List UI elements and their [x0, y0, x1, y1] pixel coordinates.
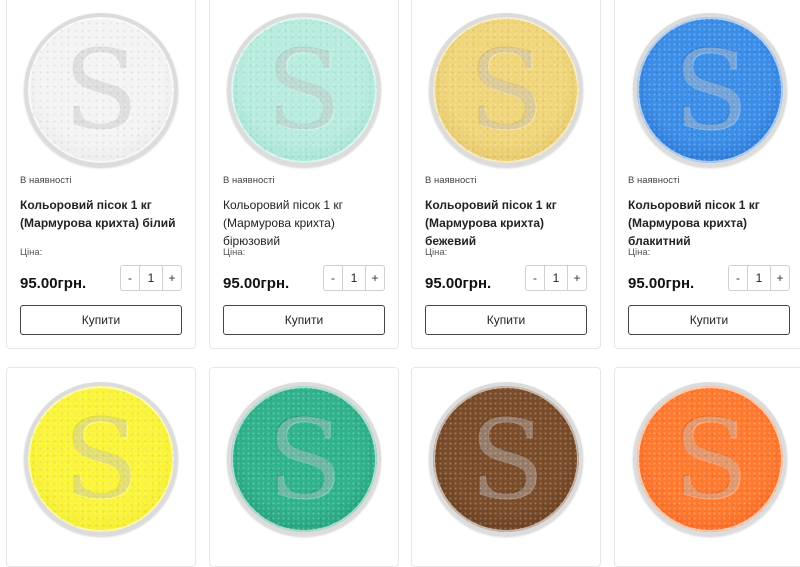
sand-dish-image: S: [429, 13, 583, 167]
price-value: 95.00грн.: [20, 275, 87, 292]
sand-dish-image: S: [633, 382, 787, 536]
product-card: S: [614, 367, 800, 567]
product-image[interactable]: S: [633, 382, 787, 536]
sand-dish-image: S: [429, 382, 583, 536]
stock-status: В наявності: [20, 175, 72, 186]
buy-button[interactable]: Купити: [628, 305, 790, 335]
product-card: S В наявності Кольоровий пісок 1 кг (Мар…: [6, 0, 196, 349]
price-value: 95.00грн.: [628, 275, 695, 292]
product-title-link[interactable]: Кольоровий пісок 1 кг (Мармурова крихта)…: [425, 196, 595, 250]
quantity-increase-button[interactable]: +: [567, 266, 586, 290]
price-label: Ціна:: [20, 247, 43, 258]
sand-dish-image: S: [24, 382, 178, 536]
product-card: S: [411, 367, 601, 567]
product-card: S: [6, 367, 196, 567]
price-label: Ціна:: [223, 247, 246, 258]
quantity-increase-button[interactable]: +: [365, 266, 384, 290]
product-image[interactable]: S: [24, 13, 178, 167]
price-label: Ціна:: [425, 247, 448, 258]
quantity-input[interactable]: 1: [343, 266, 365, 290]
price-value: 95.00грн.: [425, 275, 492, 292]
stock-status: В наявності: [425, 175, 477, 186]
sand-dish-image: S: [633, 13, 787, 167]
product-card: S В наявності Кольоровий пісок 1 кг (Мар…: [411, 0, 601, 349]
quantity-input[interactable]: 1: [140, 266, 162, 290]
product-image[interactable]: S: [24, 382, 178, 536]
product-image[interactable]: S: [429, 382, 583, 536]
buy-button[interactable]: Купити: [425, 305, 587, 335]
buy-button[interactable]: Купити: [223, 305, 385, 335]
stock-status: В наявності: [223, 175, 275, 186]
sand-dish-image: S: [227, 382, 381, 536]
product-title-link[interactable]: Кольоровий пісок 1 кг (Мармурова крихта)…: [20, 196, 190, 232]
quantity-decrease-button[interactable]: -: [121, 266, 140, 290]
product-image[interactable]: S: [227, 13, 381, 167]
product-image[interactable]: S: [633, 13, 787, 167]
stock-status: В наявності: [628, 175, 680, 186]
price-value: 95.00грн.: [223, 275, 290, 292]
product-card: S В наявності Кольоровий пісок 1 кг (Мар…: [614, 0, 800, 349]
sand-dish-image: S: [24, 13, 178, 167]
product-image[interactable]: S: [227, 382, 381, 536]
quantity-input[interactable]: 1: [748, 266, 770, 290]
quantity-increase-button[interactable]: +: [162, 266, 181, 290]
quantity-decrease-button[interactable]: -: [324, 266, 343, 290]
quantity-increase-button[interactable]: +: [770, 266, 789, 290]
quantity-stepper: - 1 +: [323, 265, 385, 291]
quantity-stepper: - 1 +: [525, 265, 587, 291]
product-card: S В наявності Кольоровий пісок 1 кг (Мар…: [209, 0, 399, 349]
product-card: S: [209, 367, 399, 567]
product-title-link[interactable]: Кольоровий пісок 1 кг (Мармурова крихта)…: [628, 196, 798, 250]
quantity-stepper: - 1 +: [120, 265, 182, 291]
price-label: Ціна:: [628, 247, 651, 258]
buy-button[interactable]: Купити: [20, 305, 182, 335]
quantity-input[interactable]: 1: [545, 266, 567, 290]
product-image[interactable]: S: [429, 13, 583, 167]
quantity-stepper: - 1 +: [728, 265, 790, 291]
sand-dish-image: S: [227, 13, 381, 167]
product-title-link[interactable]: Кольоровий пісок 1 кг (Мармурова крихта)…: [223, 196, 393, 250]
quantity-decrease-button[interactable]: -: [729, 266, 748, 290]
quantity-decrease-button[interactable]: -: [526, 266, 545, 290]
